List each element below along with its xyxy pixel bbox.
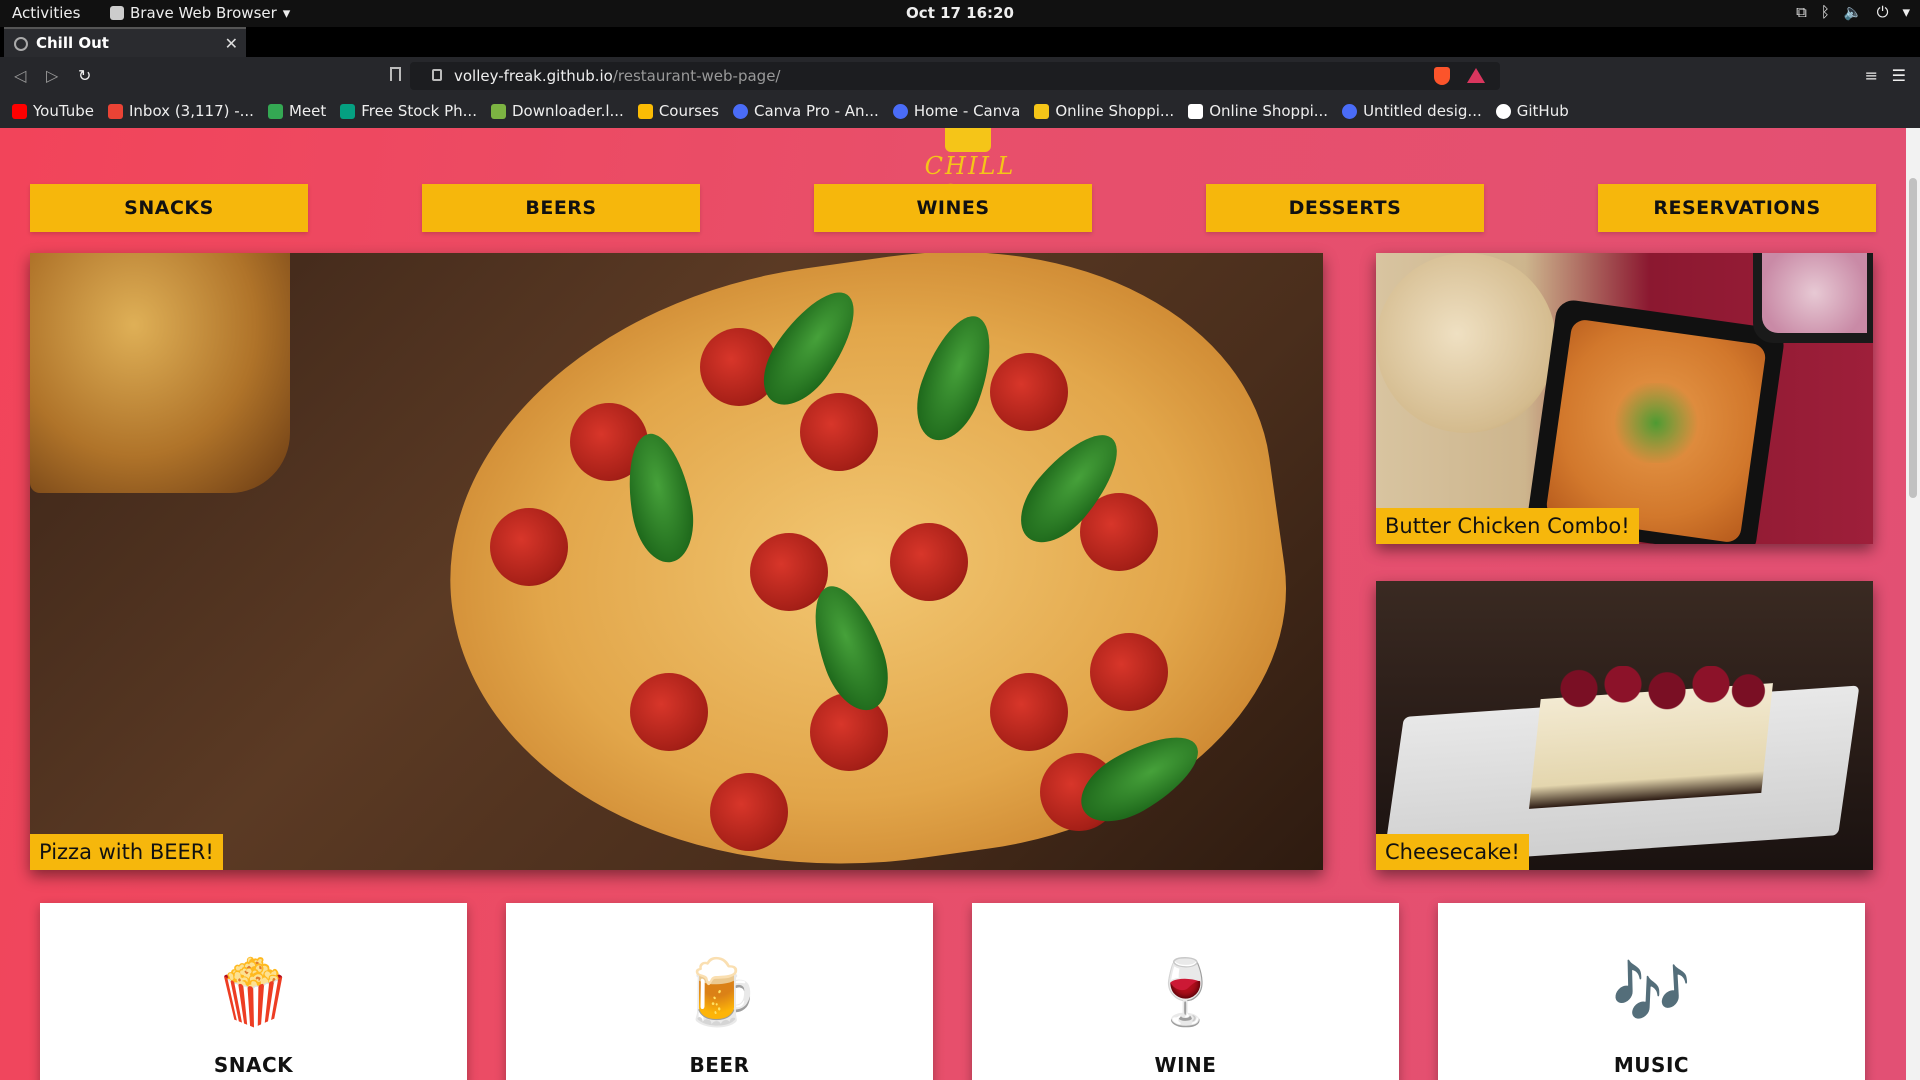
bookmark-item[interactable]: Inbox (3,117) -... (108, 102, 254, 120)
page-scrollbar[interactable] (1906, 128, 1920, 1080)
bookmark-item[interactable]: Untitled desig... (1342, 102, 1482, 120)
gmail-icon (108, 103, 123, 119)
card-title: BEER (689, 1053, 750, 1077)
bluetooth-icon[interactable]: ᛒ (1821, 3, 1830, 21)
butter-chicken-caption: Butter Chicken Combo! (1376, 508, 1639, 544)
pepperoni (710, 773, 788, 851)
reading-list-icon[interactable]: ≡ (1865, 66, 1878, 85)
nav-wines[interactable]: WINES (814, 184, 1092, 232)
beer-icon: 🍺 (679, 956, 760, 1030)
snack-icon: 🍿 (213, 956, 294, 1030)
bookmark-item[interactable]: YouTube (12, 102, 94, 120)
power-icon[interactable]: ⏻ (1877, 3, 1889, 21)
naan-image (1376, 253, 1556, 433)
system-top-bar: Activities Brave Web Browser ▾ Oct 17 16… (0, 0, 1920, 27)
bookmark-item[interactable]: Online Shoppi... (1034, 102, 1174, 120)
music-icon: 🎶 (1611, 956, 1692, 1030)
bookmark-item[interactable]: Meet (267, 102, 326, 120)
bookmark-item[interactable]: Free Stock Ph... (340, 102, 477, 120)
feature-card-beer[interactable]: 🍺 BEER (506, 903, 933, 1080)
web-page: CHILL OUT SNACKS BEERS WINES DESSERTS RE… (0, 128, 1906, 1080)
butter-chicken-tile[interactable]: Butter Chicken Combo! (1376, 253, 1873, 544)
onion-image (1762, 253, 1867, 333)
herbs-image (1611, 383, 1701, 463)
bookmarks-bar: YouTube Inbox (3,117) -... Meet Free Sto… (0, 94, 1920, 128)
pepperoni (630, 673, 708, 751)
nav-snacks[interactable]: SNACKS (30, 184, 308, 232)
pepperoni (990, 353, 1068, 431)
brave-shields-icon[interactable] (1434, 67, 1450, 85)
feature-card-wine[interactable]: 🍷 WINE (972, 903, 1399, 1080)
pepperoni (890, 523, 968, 601)
canva-icon (1342, 103, 1358, 119)
github-icon (1495, 103, 1511, 119)
browser-toolbar: ◁ ▷ ↻ volley-freak.github.io/restaurant-… (0, 57, 1920, 94)
back-icon[interactable]: ◁ (14, 66, 26, 85)
bookmark-item[interactable]: Online Shoppi... (1188, 102, 1328, 120)
url-path: /restaurant-web-page/ (612, 67, 781, 85)
nav-desserts[interactable]: DESSERTS (1206, 184, 1484, 232)
bookmark-item[interactable]: GitHub (1495, 102, 1569, 120)
chevron-down-icon[interactable]: ▾ (1902, 3, 1910, 21)
pepperoni (1090, 633, 1168, 711)
bookmark-item[interactable]: Home - Canva (892, 102, 1020, 120)
nav-reservations[interactable]: RESERVATIONS (1598, 184, 1876, 232)
system-tray[interactable]: ⧉ ᛒ 🔈 ⏻ ▾ (1796, 3, 1910, 21)
tab-title: Chill Out (36, 34, 109, 52)
pizza-tile[interactable]: Pizza with BEER! (30, 253, 1323, 870)
tab-strip: Chill Out ✕ + ⬤ — ❐ ✕ (0, 27, 1920, 82)
brave-rewards-icon[interactable] (1467, 68, 1485, 83)
pepperoni (750, 533, 828, 611)
site-logo[interactable]: CHILL OUT (905, 128, 1035, 208)
pexels-icon (340, 103, 356, 119)
feature-card-snack[interactable]: 🍿 SNACK (40, 903, 467, 1080)
cheesecake-caption: Cheesecake! (1376, 834, 1529, 870)
youtube-icon (12, 103, 27, 119)
meet-icon (267, 103, 283, 119)
flipkart-icon (1034, 103, 1050, 119)
menu-icon[interactable]: ☰ (1892, 66, 1906, 85)
globe-icon (14, 37, 28, 51)
volume-icon[interactable]: 🔈 (1844, 3, 1863, 21)
card-title: WINE (1154, 1053, 1217, 1077)
beer-mug-icon (945, 128, 991, 152)
lock-icon[interactable] (432, 69, 442, 81)
courses-icon (637, 103, 653, 119)
downloader-icon (490, 103, 506, 119)
clock[interactable]: Oct 17 16:20 (0, 4, 1920, 22)
tab-chill-out[interactable]: Chill Out ✕ (4, 27, 246, 57)
bookmark-icon[interactable] (390, 67, 401, 81)
network-icon[interactable]: ⧉ (1796, 3, 1807, 21)
pepperoni (490, 508, 568, 586)
forward-icon[interactable]: ▷ (46, 66, 58, 85)
reload-icon[interactable]: ↻ (78, 66, 91, 85)
scrollbar-thumb[interactable] (1909, 178, 1917, 498)
main-nav: SNACKS BEERS WINES DESSERTS RESERVATIONS (30, 184, 1876, 232)
close-icon[interactable]: ✕ (225, 34, 238, 53)
url-host: volley-freak.github.io (454, 67, 613, 85)
cherries-image (1546, 666, 1766, 711)
pepperoni (990, 673, 1068, 751)
bookmark-item[interactable]: Downloader.l... (490, 102, 624, 120)
canva-icon (892, 103, 908, 119)
canva-icon (733, 103, 748, 119)
card-title: MUSIC (1613, 1053, 1690, 1077)
address-bar[interactable]: volley-freak.github.io/restaurant-web-pa… (410, 62, 1500, 90)
beer-glass-image (30, 253, 290, 493)
amazon-icon (1188, 103, 1204, 119)
bookmark-item[interactable]: Courses (637, 102, 719, 120)
pizza-caption: Pizza with BEER! (30, 834, 223, 870)
card-title: SNACK (213, 1053, 294, 1077)
onion-bowl-image (1753, 253, 1873, 343)
wine-icon: 🍷 (1145, 956, 1226, 1030)
bookmark-item[interactable]: Canva Pro - An... (733, 102, 879, 120)
cheesecake-tile[interactable]: Cheesecake! (1376, 581, 1873, 870)
pepperoni (800, 393, 878, 471)
feature-card-music[interactable]: 🎶 MUSIC (1438, 903, 1865, 1080)
nav-beers[interactable]: BEERS (422, 184, 700, 232)
